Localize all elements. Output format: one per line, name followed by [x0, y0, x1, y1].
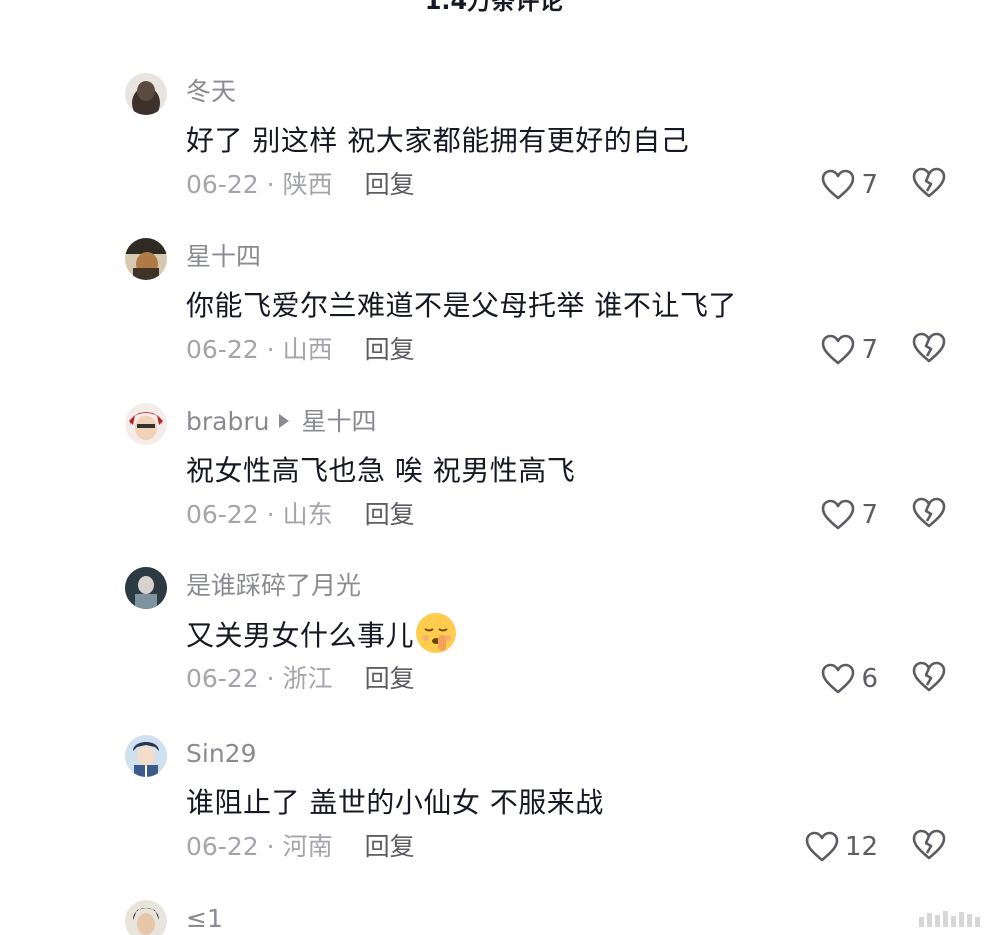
heart-outline-icon	[822, 499, 855, 530]
comment-text: 你能飞爱尔兰难道不是父母托举 谁不让飞了	[186, 289, 737, 322]
dislike-button[interactable]	[912, 661, 946, 697]
reply-button[interactable]: 回复	[365, 500, 415, 529]
comment-item: ≤1	[0, 900, 988, 935]
meta-separator: ·	[266, 832, 275, 861]
username[interactable]: ≤1	[186, 904, 223, 934]
avatar[interactable]	[125, 238, 167, 280]
comment-meta: 06-22 · 山东 回复	[186, 499, 415, 531]
comment-item: 冬天 好了 别这样 祝大家都能拥有更好的自己 06-22 · 陕西 回复 7	[0, 73, 988, 238]
meta-separator: ·	[266, 170, 275, 199]
comment-date: 06-22	[186, 664, 259, 693]
reply-button[interactable]: 回复	[365, 170, 415, 199]
broken-heart-icon	[912, 497, 946, 528]
comment-item: Sin29 谁阻止了 盖世的小仙女 不服来战 06-22 · 河南 回复 12	[0, 735, 988, 900]
like-count: 12	[844, 832, 878, 862]
heart-outline-icon	[822, 169, 855, 200]
heart-outline-icon	[822, 334, 855, 365]
reply-to-username[interactable]: 星十四	[301, 407, 376, 436]
comment-meta: 06-22 · 浙江 回复	[186, 663, 415, 695]
like-button[interactable]: 6	[821, 661, 878, 697]
comment-text: 祝女性高飞也急 唉 祝男性高飞	[186, 454, 576, 487]
username[interactable]: 星十四	[186, 242, 261, 272]
like-button[interactable]: 12	[805, 829, 878, 865]
comment-text: 好了 别这样 祝大家都能拥有更好的自己	[186, 124, 690, 157]
like-count: 7	[861, 170, 878, 200]
avatar[interactable]	[125, 403, 167, 445]
comment-date: 06-22	[186, 335, 259, 364]
username[interactable]: brabru 星十四	[186, 407, 376, 437]
watermark	[919, 911, 980, 927]
meta-separator: ·	[266, 500, 275, 529]
username[interactable]: 冬天	[186, 77, 236, 107]
dislike-button[interactable]	[912, 829, 946, 865]
username[interactable]: 是谁踩碎了月光	[186, 571, 361, 601]
broken-heart-icon	[912, 829, 946, 860]
comment-location: 河南	[282, 832, 333, 861]
shushing-face-emoji-icon	[414, 611, 458, 655]
comment-date: 06-22	[186, 832, 259, 861]
like-button[interactable]: 7	[821, 497, 878, 533]
reply-button[interactable]: 回复	[365, 664, 415, 693]
comment-date: 06-22	[186, 500, 259, 529]
meta-separator: ·	[266, 335, 275, 364]
play-triangle-icon	[279, 414, 290, 428]
comment-text: 又关男女什么事儿	[186, 613, 458, 659]
like-count: 6	[861, 664, 878, 694]
avatar[interactable]	[125, 735, 167, 777]
comment-item: 星十四 你能飞爱尔兰难道不是父母托举 谁不让飞了 06-22 · 山西 回复 7	[0, 238, 988, 403]
meta-separator: ·	[266, 664, 275, 693]
comment-text: 谁阻止了 盖世的小仙女 不服来战	[186, 786, 604, 819]
avatar[interactable]	[125, 73, 167, 115]
reply-button[interactable]: 回复	[365, 832, 415, 861]
like-count: 7	[861, 335, 878, 365]
comment-text-body: 又关男女什么事儿	[186, 619, 415, 652]
comment-date: 06-22	[186, 170, 259, 199]
comment-location: 山东	[282, 500, 333, 529]
like-button[interactable]: 7	[821, 332, 878, 368]
username[interactable]: Sin29	[186, 739, 256, 769]
comment-meta: 06-22 · 河南 回复	[186, 831, 415, 863]
comment-item: brabru 星十四 祝女性高飞也急 唉 祝男性高飞 06-22 · 山东 回复 7	[0, 403, 988, 568]
comment-location: 山西	[282, 335, 333, 364]
broken-heart-icon	[912, 167, 946, 198]
like-count: 7	[861, 500, 878, 530]
comment-meta: 06-22 · 山西 回复	[186, 334, 415, 366]
avatar[interactable]	[125, 567, 167, 609]
like-button[interactable]: 7	[821, 167, 878, 203]
heart-outline-icon	[805, 831, 839, 862]
comment-meta: 06-22 · 陕西 回复	[186, 169, 415, 201]
comment-location: 陕西	[282, 170, 333, 199]
reply-button[interactable]: 回复	[365, 335, 415, 364]
avatar[interactable]	[125, 900, 167, 935]
heart-outline-icon	[822, 663, 855, 694]
broken-heart-icon	[912, 661, 946, 692]
comment-location: 浙江	[282, 664, 333, 693]
comment-item: 是谁踩碎了月光 又关男女什么事儿 06-22 · 浙江 回复 6	[0, 567, 988, 732]
broken-heart-icon	[912, 332, 946, 363]
dislike-button[interactable]	[912, 332, 946, 368]
dislike-button[interactable]	[912, 497, 946, 533]
comment-count-header: 1.4万条评论	[424, 0, 564, 15]
dislike-button[interactable]	[912, 167, 946, 203]
